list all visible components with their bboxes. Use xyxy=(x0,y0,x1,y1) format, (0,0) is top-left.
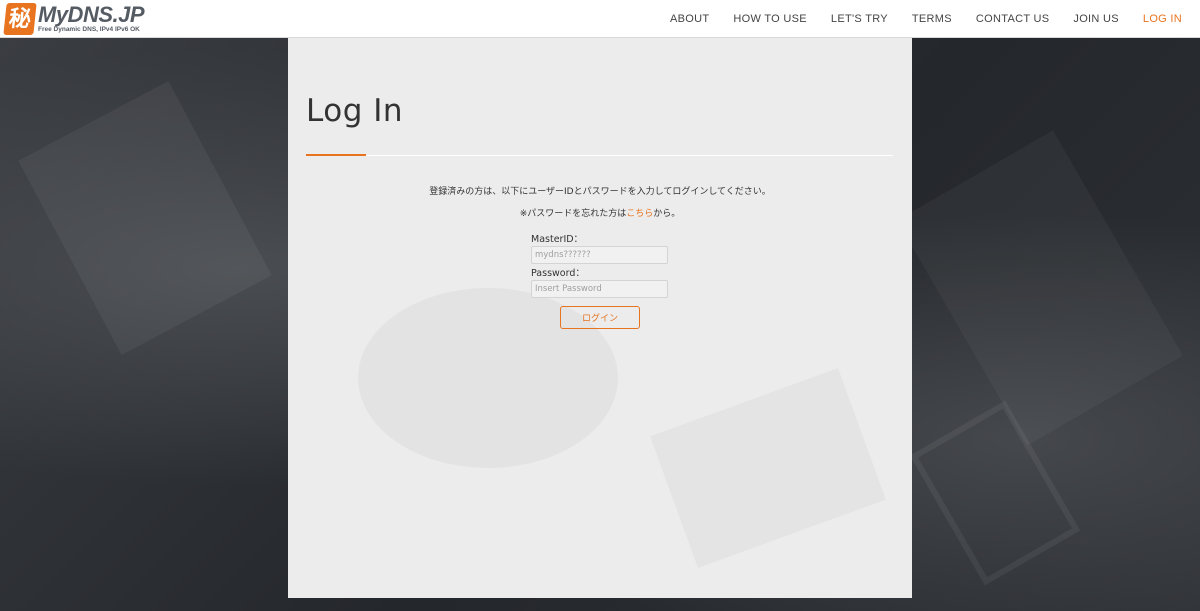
main-nav: ABOUT HOW TO USE LET'S TRY TERMS CONTACT… xyxy=(646,0,1182,38)
login-form: MasterID： Password： xyxy=(531,234,671,302)
nav-terms[interactable]: TERMS xyxy=(912,13,952,25)
site-header: 秘 MyDNS.JP Free Dynamic DNS, IPv4 IPv6 O… xyxy=(0,0,1200,38)
site-logo[interactable]: 秘 MyDNS.JP Free Dynamic DNS, IPv4 IPv6 O… xyxy=(3,2,165,35)
panel-decoration xyxy=(650,368,886,568)
title-accent-bar xyxy=(306,154,366,156)
logo-text: MyDNS.JP xyxy=(38,2,145,27)
login-instructions: 登録済みの方は、以下にユーザーIDとパスワードを入力してログインしてください。 xyxy=(429,187,771,197)
title-divider xyxy=(306,155,893,156)
forgot-suffix: から。 xyxy=(653,209,681,219)
nav-contact-us[interactable]: CONTACT US xyxy=(976,13,1050,25)
forgot-prefix: ※パスワードを忘れた方は xyxy=(519,209,627,219)
background-decoration xyxy=(18,80,272,356)
nav-log-in[interactable]: LOG IN xyxy=(1143,13,1182,25)
masterid-input[interactable] xyxy=(531,246,668,264)
background-decoration xyxy=(897,130,1183,446)
masterid-label: MasterID： xyxy=(531,234,584,245)
password-input[interactable] xyxy=(531,280,668,298)
nav-about[interactable]: ABOUT xyxy=(670,13,709,25)
nav-join-us[interactable]: JOIN US xyxy=(1073,13,1119,25)
password-label: Password： xyxy=(531,268,585,279)
page-title: Log In xyxy=(306,93,404,129)
logo-mark-icon: 秘 xyxy=(3,3,37,35)
forgot-password-link[interactable]: こちら xyxy=(626,209,653,219)
forgot-password-note: ※パスワードを忘れた方はこちらから。 xyxy=(288,206,912,219)
nav-lets-try[interactable]: LET'S TRY xyxy=(831,13,888,25)
login-panel: Log In 登録済みの方は、以下にユーザーIDとパスワードを入力してログインし… xyxy=(288,38,912,598)
nav-how-to-use[interactable]: HOW TO USE xyxy=(733,13,807,25)
login-button[interactable]: ログイン xyxy=(560,306,640,329)
logo-tagline: Free Dynamic DNS, IPv4 IPv6 OK xyxy=(38,26,140,33)
